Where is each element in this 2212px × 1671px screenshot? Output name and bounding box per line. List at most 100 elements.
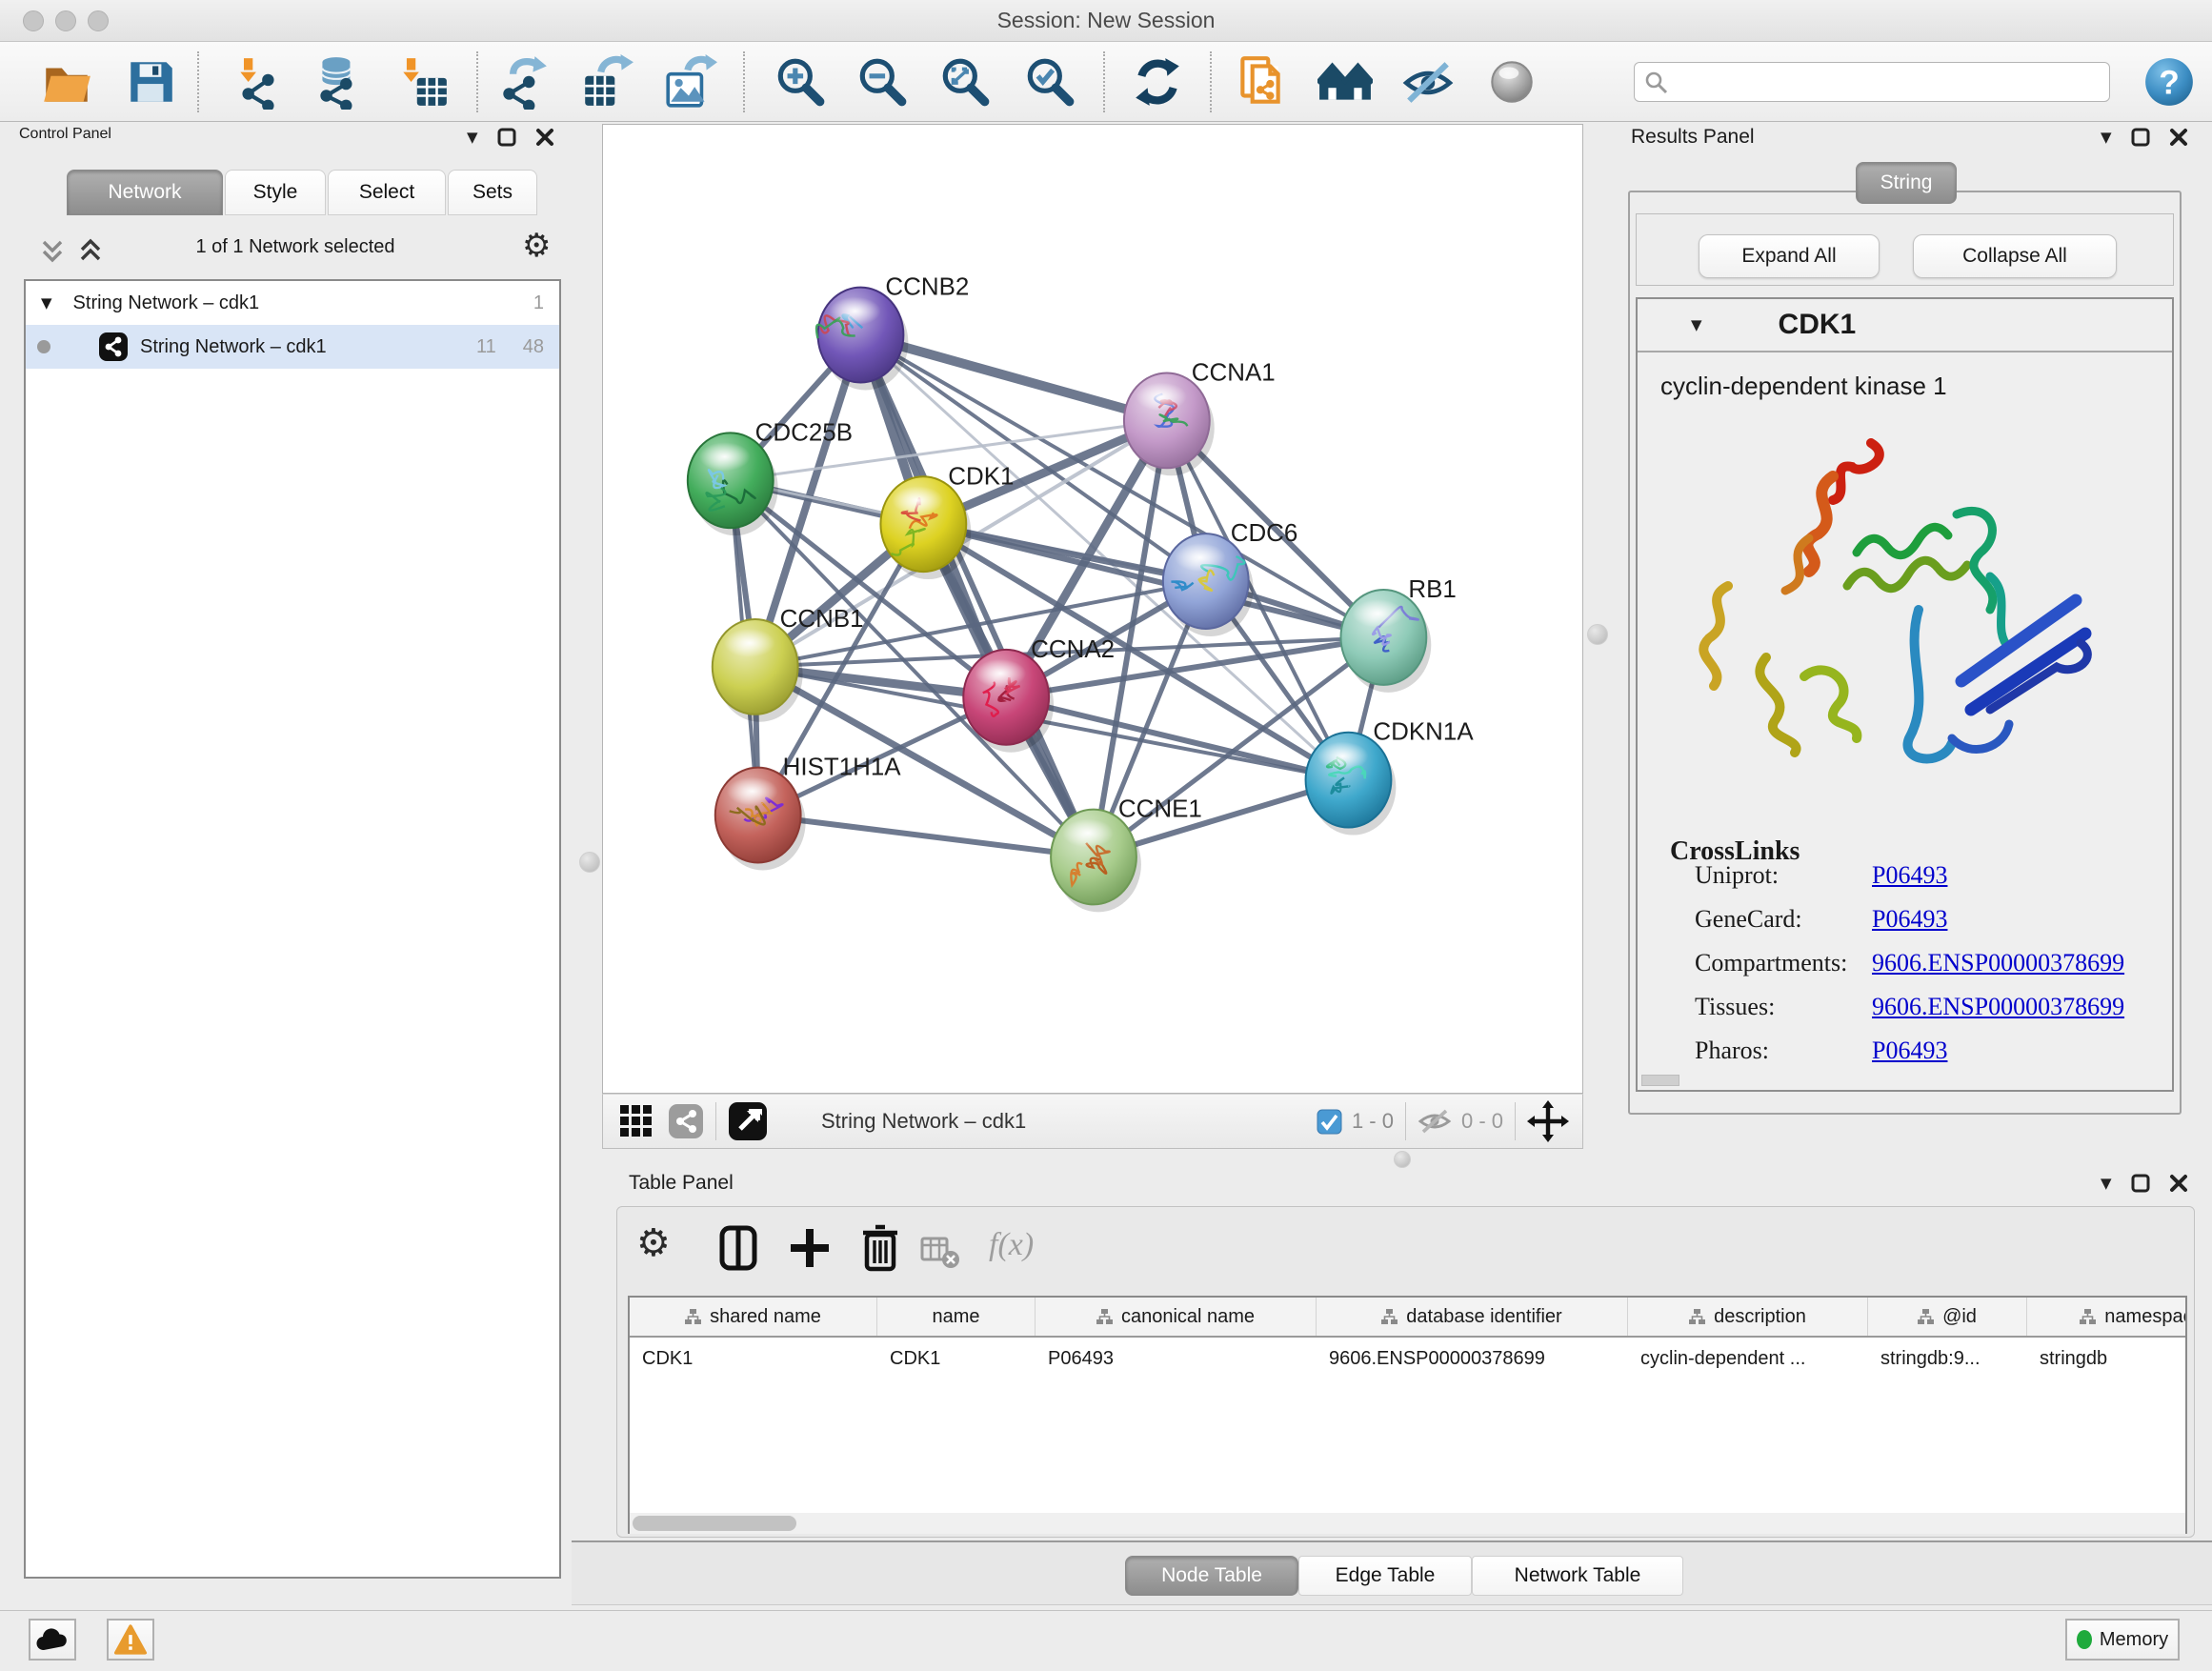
collection-label: String Network – cdk1 [73,292,260,314]
cell-canonical-name[interactable]: P06493 [1036,1348,1317,1370]
gene-expander-icon[interactable]: ▼ [1691,316,1702,333]
close-panel-icon[interactable] [2169,1174,2188,1193]
warnings-button[interactable] [107,1619,154,1661]
memory-button[interactable]: Memory [2065,1619,2180,1661]
column-header[interactable]: @id [1868,1298,2027,1336]
grid-view-icon[interactable] [618,1103,654,1139]
help-icon[interactable]: ? [2142,54,2197,110]
network-graph[interactable]: CCNB2CCNA1CDC25BCDK1CDC6RB1CCNB1CCNA2CDK… [603,125,1582,1093]
network-node-ccna1[interactable]: CCNA1 [1124,359,1276,475]
tab-network[interactable]: Network [67,170,223,215]
create-column-icon[interactable] [783,1221,836,1275]
annotation-mode-icon[interactable] [728,1101,768,1141]
export-table-icon[interactable] [579,54,634,110]
tab-select[interactable]: Select [328,170,446,215]
search-input[interactable] [1677,65,2103,99]
network-node-cdk1[interactable]: CDK1 [880,463,1014,579]
network-edge[interactable] [758,815,1094,857]
network-row[interactable]: String Network – cdk1 11 48 [26,325,559,369]
cell-database-identifier[interactable]: 9606.ENSP00000378699 [1317,1348,1628,1370]
import-table-from-file-icon[interactable] [395,54,451,110]
network-collection-row[interactable]: ▼ String Network – cdk1 1 [26,281,559,325]
pan-crosshair-icon[interactable] [1527,1100,1569,1142]
float-panel-icon[interactable] [2131,128,2150,147]
network-view-toolbar: String Network – cdk1 1 - 0 0 - 0 [602,1094,1583,1149]
tab-style[interactable]: Style [225,170,326,215]
new-network-from-selection-icon[interactable] [1233,54,1288,110]
cell-name[interactable]: CDK1 [877,1348,1036,1370]
close-panel-icon[interactable] [535,128,554,147]
network-node-ccnb2[interactable]: CCNB2 [816,274,969,391]
node-label: CDC25B [755,419,853,446]
tab-node-table[interactable]: Node Table [1125,1556,1298,1596]
expander-icon[interactable]: ▼ [41,294,52,312]
delete-column-icon[interactable] [854,1221,907,1275]
open-session-icon[interactable] [39,54,94,110]
selected-checkbox-icon[interactable] [1317,1109,1342,1135]
cell-id[interactable]: stringdb:9... [1868,1348,2027,1370]
zoom-out-icon[interactable] [855,54,910,110]
left-splitter-handle[interactable] [579,852,600,873]
column-header[interactable]: name [877,1298,1036,1336]
crosslink-link[interactable]: P06493 [1872,861,1947,889]
import-network-from-file-icon[interactable] [231,54,286,110]
search-field[interactable] [1634,62,2110,102]
network-node-hist1h1a[interactable]: HIST1H1A [715,755,902,871]
show-all-icon[interactable] [1484,54,1539,110]
export-network-icon[interactable] [495,54,551,110]
function-builder-icon[interactable]: f(x) [989,1227,1034,1263]
node-table[interactable]: shared name name canonical name database… [628,1296,2187,1534]
network-canvas[interactable]: CCNB2CCNA1CDC25BCDK1CDC6RB1CCNB1CCNA2CDK… [602,124,1583,1094]
import-network-from-database-icon[interactable] [311,54,366,110]
network-view-icon[interactable] [668,1103,704,1139]
hide-selection-icon[interactable] [1400,54,1456,110]
table-horizontal-scrollbar[interactable] [630,1513,2185,1534]
tab-sets[interactable]: Sets [448,170,537,215]
column-header[interactable]: description [1628,1298,1868,1336]
bottom-splitter-handle[interactable] [1394,1151,1411,1168]
network-node-cdc25b[interactable]: CDC25B [688,419,853,535]
column-header[interactable]: canonical name [1036,1298,1317,1336]
tab-string-results[interactable]: String [1856,162,1957,204]
collapse-panel-icon[interactable]: ▼ [467,129,478,146]
crosslink-link[interactable]: P06493 [1872,905,1947,933]
right-splitter-handle[interactable] [1587,624,1608,645]
delete-table-icon[interactable] [920,1233,962,1275]
export-image-icon[interactable] [662,54,717,110]
network-node-cdkn1a[interactable]: CDKN1A [1306,719,1475,836]
crosslink-link[interactable]: 9606.ENSP00000378699 [1872,993,2124,1020]
column-header[interactable]: namespace [2027,1298,2187,1336]
scrollbar-thumb[interactable] [633,1516,796,1531]
first-neighbors-icon[interactable] [1317,54,1373,110]
collapse-panel-icon[interactable]: ▼ [2101,129,2112,146]
column-header[interactable]: database identifier [1317,1298,1628,1336]
collapse-all-button[interactable]: Collapse All [1913,234,2117,278]
table-options-gear-icon[interactable]: ⚙ [636,1221,690,1275]
close-panel-icon[interactable] [2169,128,2188,147]
column-header[interactable]: shared name [630,1298,877,1336]
cloud-service-button[interactable] [29,1619,76,1661]
table-row[interactable]: CDK1 CDK1 P06493 9606.ENSP00000378699 cy… [630,1338,2185,1379]
network-node-rb1[interactable]: RB1 [1340,576,1456,693]
zoom-fit-icon[interactable] [937,54,993,110]
zoom-in-icon[interactable] [773,54,828,110]
crosslink-link[interactable]: 9606.ENSP00000378699 [1872,949,2124,976]
float-panel-icon[interactable] [2131,1174,2150,1193]
crosslink-link[interactable]: P06493 [1872,1037,1947,1064]
tab-network-table[interactable]: Network Table [1472,1556,1683,1596]
apply-layout-icon[interactable] [1130,54,1185,110]
zoom-selected-icon[interactable] [1022,54,1077,110]
cell-description[interactable]: cyclin-dependent ... [1628,1348,1868,1370]
show-columns-icon[interactable] [713,1221,766,1275]
gene-header-row[interactable]: ▼ CDK1 [1638,299,2172,352]
save-session-icon[interactable] [123,54,178,110]
cell-shared-name[interactable]: CDK1 [630,1348,877,1370]
network-options-gear-icon[interactable]: ⚙ [522,227,551,265]
mini-scrollbar[interactable] [1641,1075,1679,1086]
network-node-cdc6[interactable]: CDC6 [1163,520,1297,636]
float-panel-icon[interactable] [497,128,516,147]
cell-namespace[interactable]: stringdb [2027,1348,2187,1370]
collapse-panel-icon[interactable]: ▼ [2101,1175,2112,1192]
tab-edge-table[interactable]: Edge Table [1298,1556,1472,1596]
expand-all-button[interactable]: Expand All [1699,234,1880,278]
